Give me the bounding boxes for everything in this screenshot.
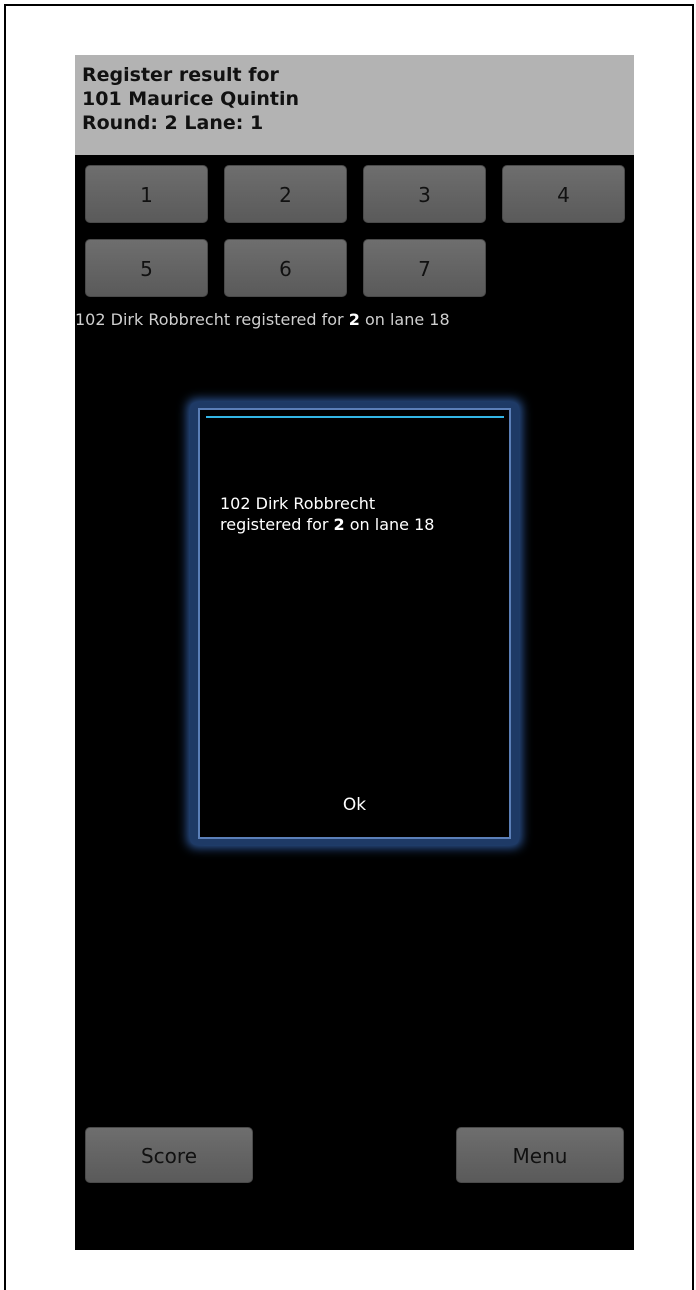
- result-button-1[interactable]: 1: [85, 165, 208, 223]
- dialog-message: 102 Dirk Robbrecht registered for 2 on l…: [220, 493, 490, 535]
- round-lane-info: Round: 2 Lane: 1: [82, 112, 264, 134]
- confirmation-dialog: 102 Dirk Robbrecht registered for 2 on l…: [198, 408, 511, 839]
- result-button-3[interactable]: 3: [363, 165, 486, 223]
- player-name: 101 Maurice Quintin: [82, 88, 300, 110]
- status-suffix: on lane 18: [359, 310, 450, 329]
- menu-button[interactable]: Menu: [456, 1127, 624, 1183]
- registration-status: 102 Dirk Robbrecht registered for 2 on l…: [75, 310, 634, 329]
- result-button-6[interactable]: 6: [224, 239, 347, 297]
- result-button-4[interactable]: 4: [502, 165, 625, 223]
- result-button-5[interactable]: 5: [85, 239, 208, 297]
- app-screen: Register result for 101 Maurice Quintin …: [75, 55, 634, 1250]
- status-prefix: 102 Dirk Robbrecht registered for: [75, 310, 349, 329]
- status-value: 2: [348, 310, 360, 329]
- dialog-line2-value: 2: [333, 515, 345, 534]
- score-button[interactable]: Score: [85, 1127, 253, 1183]
- result-button-7[interactable]: 7: [363, 239, 486, 297]
- register-header: Register result for 101 Maurice Quintin …: [75, 55, 634, 155]
- ok-button[interactable]: Ok: [200, 795, 509, 831]
- dialog-divider: [206, 416, 504, 418]
- dialog-line2-prefix: registered for: [220, 515, 334, 534]
- header-title: Register result for: [82, 64, 279, 86]
- result-button-2[interactable]: 2: [224, 165, 347, 223]
- dialog-message-line1: 102 Dirk Robbrecht: [220, 494, 376, 513]
- dialog-message-line2: registered for 2 on lane 18: [220, 514, 490, 535]
- dialog-line2-suffix: on lane 18: [344, 515, 435, 534]
